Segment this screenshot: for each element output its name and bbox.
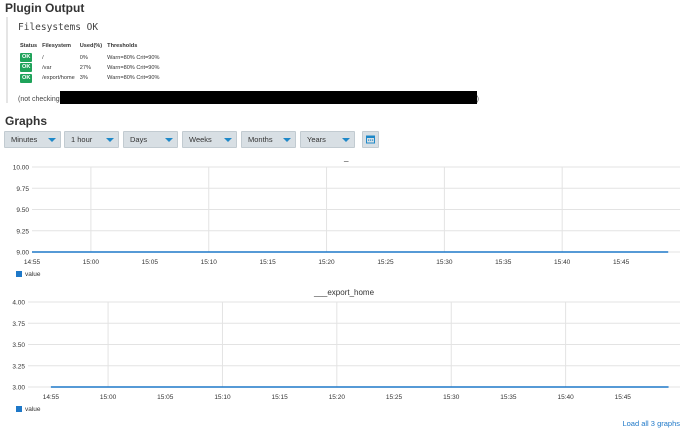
chart-legend: value <box>16 271 41 278</box>
y-tick-label: 3.25 <box>12 363 25 370</box>
thresholds-cell: Warn=80% Crit=90% <box>107 64 160 71</box>
x-tick-label: 15:05 <box>157 394 174 401</box>
column-header: Thresholds <box>107 43 138 49</box>
x-tick-label: 15:45 <box>613 259 630 266</box>
x-tick-label: 15:25 <box>377 259 394 266</box>
x-tick-label: 15:40 <box>554 259 571 266</box>
y-tick-label: 4.00 <box>12 300 25 307</box>
plugin-output-title: Plugin Output <box>5 1 85 15</box>
x-tick-label: 15:30 <box>436 259 453 266</box>
hour-dropdown[interactable]: 1 hour <box>64 131 119 148</box>
x-tick-label: 15:10 <box>214 394 231 401</box>
redaction-bar <box>59 91 477 104</box>
dropdown-label: Days <box>130 135 148 144</box>
not-checking-suffix: ) <box>476 95 479 103</box>
x-tick-label: 15:20 <box>318 259 335 266</box>
legend-label: value <box>25 271 41 278</box>
graph-root: 10.00 9.75 9.50 9.25 9.00 14:55 15:00 15:05 15:1… <box>0 153 690 279</box>
filesystem-cell: /export/home <box>42 75 75 82</box>
dropdown-label: Months <box>248 135 273 144</box>
caret-down-icon <box>283 138 291 142</box>
table-header-row: Status Filesystem Used(%) Thresholds <box>18 43 163 53</box>
chart-title: ___export_home <box>314 288 375 297</box>
table-row: OK /var 27% Warn=80% Crit=90% <box>18 63 163 73</box>
x-tick-label: 15:45 <box>615 394 632 401</box>
x-tick-label: 15:00 <box>83 259 100 266</box>
not-checking-note: (not checking) <box>18 91 479 104</box>
legend-swatch <box>16 406 22 412</box>
load-all-graphs-link[interactable]: Load all 3 graphs <box>622 419 680 428</box>
used-cell: 0% <box>79 54 88 61</box>
x-tick-label: 15:10 <box>201 259 218 266</box>
calendar-button[interactable] <box>362 131 379 148</box>
x-tick-label: 15:40 <box>557 394 574 401</box>
filesystem-cell: /var <box>42 64 52 71</box>
caret-down-icon <box>48 138 56 142</box>
chart-svg: 10.00 9.75 9.50 9.25 9.00 14:55 15:00 15:05 15:1… <box>13 165 680 266</box>
y-tick-label: 9.50 <box>16 207 29 214</box>
dropdown-label: Minutes <box>11 135 38 144</box>
x-tick-label: 15:00 <box>100 394 117 401</box>
minutes-dropdown[interactable]: Minutes <box>4 131 61 148</box>
not-checking-prefix: (not checking <box>18 95 60 103</box>
table-row: OK / 0% Warn=80% Crit=90% <box>18 53 163 63</box>
used-cell: 27% <box>79 64 91 71</box>
graphs-title: Graphs <box>5 114 48 128</box>
filesystem-cell: / <box>42 54 44 61</box>
years-dropdown[interactable]: Years <box>300 131 355 148</box>
y-tick-label: 9.75 <box>16 186 29 193</box>
table-row: OK /export/home 3% Warn=80% Crit=90% <box>18 73 163 84</box>
weeks-dropdown[interactable]: Weeks <box>182 131 237 148</box>
status-badge: OK <box>20 73 33 83</box>
legend-swatch <box>16 271 22 277</box>
legend-label: value <box>25 406 41 413</box>
x-tick-label: 15:15 <box>272 394 289 401</box>
filesystem-table: Status Filesystem Used(%) Thresholds OK … <box>18 43 163 84</box>
chart-legend: value <box>16 406 41 413</box>
x-tick-label: 15:20 <box>329 394 346 401</box>
y-tick-label: 3.00 <box>12 385 25 392</box>
caret-down-icon <box>165 138 173 142</box>
thresholds-cell: Warn=80% Crit=90% <box>107 75 160 82</box>
x-tick-label: 15:35 <box>500 394 517 401</box>
x-tick-label: 15:05 <box>142 259 159 266</box>
status-badge: OK <box>20 53 33 62</box>
y-tick-label: 9.25 <box>16 228 29 235</box>
caret-down-icon <box>342 138 350 142</box>
x-tick-label: 15:25 <box>386 394 403 401</box>
chart-title: _ <box>344 153 349 162</box>
calendar-icon <box>366 135 375 144</box>
column-header: Used(%) <box>79 43 103 49</box>
column-header: Status <box>20 43 38 49</box>
chart-svg: 4.00 3.75 3.50 3.25 3.00 14:55 15:00 15:05 15:10… <box>12 300 680 401</box>
column-header: Filesystem <box>42 43 72 49</box>
y-tick-label: 10.00 <box>13 165 30 172</box>
thresholds-cell: Warn=80% Crit=90% <box>107 54 160 61</box>
graph-export-home: 4.00 3.75 3.50 3.25 3.00 14:55 15:00 15:05 15:10… <box>0 287 690 419</box>
days-dropdown[interactable]: Days <box>123 131 178 148</box>
plugin-output-panel: Filesystems OK Status Filesystem Used(%)… <box>6 17 688 104</box>
plugin-status-line: Filesystems OK <box>18 22 99 33</box>
used-cell: 3% <box>79 75 88 82</box>
dropdown-label: Years <box>307 135 326 144</box>
dropdown-label: 1 hour <box>71 135 93 144</box>
x-tick-label: 15:30 <box>443 394 460 401</box>
status-badge: OK <box>20 63 33 73</box>
x-tick-label: 15:15 <box>259 259 276 266</box>
dropdown-label: Weeks <box>189 135 212 144</box>
months-dropdown[interactable]: Months <box>241 131 296 148</box>
caret-down-icon <box>106 138 114 142</box>
x-tick-label: 14:55 <box>43 394 60 401</box>
y-tick-label: 9.00 <box>16 250 29 257</box>
x-tick-label: 14:55 <box>24 259 41 266</box>
caret-down-icon <box>224 138 232 142</box>
y-tick-label: 3.50 <box>12 342 25 349</box>
y-tick-label: 3.75 <box>12 321 25 328</box>
x-tick-label: 15:35 <box>495 259 512 266</box>
